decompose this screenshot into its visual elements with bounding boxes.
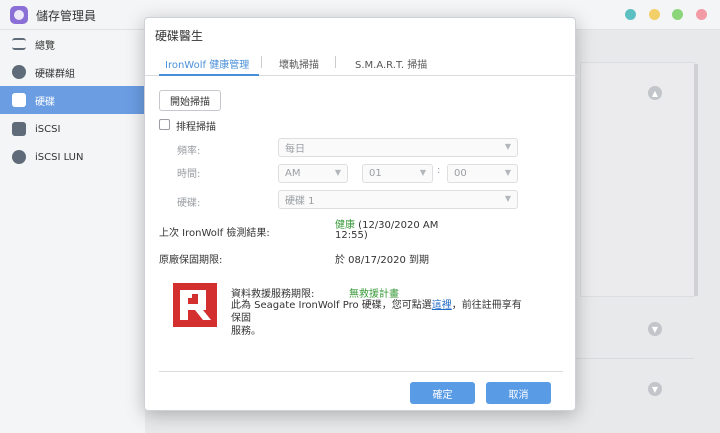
schedule-scan-label: 排程掃描 bbox=[176, 122, 216, 133]
window-close-button[interactable] bbox=[696, 9, 707, 20]
hdd-icon bbox=[12, 93, 26, 107]
frequency-value: 每日 bbox=[285, 144, 305, 155]
chevron-down-icon[interactable]: ▼ bbox=[648, 382, 662, 396]
overview-icon bbox=[12, 38, 26, 50]
register-link[interactable]: 這裡 bbox=[432, 300, 452, 311]
active-tab-indicator bbox=[159, 74, 259, 76]
rescue-service-label: 資料救援服務期限: bbox=[231, 289, 315, 300]
time-colon: : bbox=[437, 165, 441, 176]
chevron-down-icon[interactable]: ▼ bbox=[648, 322, 662, 336]
sidebar-item-label: iSCSI bbox=[35, 123, 61, 135]
disk-detail-panel bbox=[580, 62, 695, 297]
tab-separator bbox=[261, 56, 262, 68]
chevron-up-icon[interactable]: ▲ bbox=[648, 86, 662, 100]
tab-bad-sector-scan[interactable]: 壞軌掃描 bbox=[279, 56, 319, 71]
last-result-value: 健康 (12/30/2020 AM bbox=[335, 216, 438, 231]
time-label: 時間: bbox=[177, 169, 201, 180]
tab-ironwolf-health[interactable]: IronWolf 健康管理 bbox=[165, 56, 249, 71]
app-title: 儲存管理員 bbox=[36, 9, 97, 23]
storage-manager-app-icon bbox=[10, 6, 28, 24]
chevron-down-icon: ▼ bbox=[419, 168, 426, 177]
sidebar-item-disk-group[interactable]: 硬碟群組 bbox=[0, 58, 145, 86]
rescue-service-value: 無救援計畫 bbox=[349, 289, 399, 300]
chevron-down-icon: ▼ bbox=[504, 194, 511, 203]
time-hour-select[interactable]: 01 ▼ bbox=[362, 164, 433, 183]
rescue-desc-line2: 服務。 bbox=[231, 326, 261, 337]
divider bbox=[576, 358, 694, 359]
disk-doctor-dialog: 硬碟醫生 IronWolf 健康管理 壞軌掃描 S.M.A.R.T. 掃描 開始… bbox=[144, 17, 577, 411]
dialog-footer-divider bbox=[159, 371, 563, 372]
last-result-time-line2: 12:55) bbox=[335, 230, 368, 241]
window-help-button[interactable] bbox=[625, 9, 636, 20]
cancel-button[interactable]: 取消 bbox=[486, 382, 551, 404]
disk-group-icon bbox=[12, 65, 26, 79]
iscsi-lun-icon bbox=[12, 150, 26, 164]
time-minute-select[interactable]: 00 ▼ bbox=[447, 164, 518, 183]
time-ampm-value: AM bbox=[285, 168, 301, 179]
ok-button[interactable]: 確定 bbox=[410, 382, 475, 404]
disk-value: 硬碟 1 bbox=[285, 196, 315, 207]
tab-separator bbox=[335, 56, 336, 68]
chevron-down-icon: ▼ bbox=[504, 168, 511, 177]
tab-smart-scan[interactable]: S.M.A.R.T. 掃描 bbox=[355, 56, 427, 71]
sidebar-item-label: 總覽 bbox=[35, 40, 55, 52]
sidebar-item-iscsi-lun[interactable]: iSCSI LUN bbox=[0, 143, 145, 171]
sidebar-item-hdd[interactable]: 硬碟 bbox=[0, 86, 145, 114]
warranty-label: 原廠保固期限: bbox=[159, 255, 223, 266]
sidebar-item-label: iSCSI LUN bbox=[35, 151, 84, 163]
chevron-down-icon: ▼ bbox=[504, 142, 511, 151]
window-maximize-button[interactable] bbox=[672, 9, 683, 20]
sidebar-item-iscsi[interactable]: iSCSI bbox=[0, 115, 145, 143]
time-ampm-select[interactable]: AM ▼ bbox=[278, 164, 348, 183]
dialog-title: 硬碟醫生 bbox=[155, 29, 204, 43]
sidebar-item-overview[interactable]: 總覽 bbox=[0, 30, 145, 58]
iscsi-icon bbox=[12, 122, 26, 136]
start-scan-button[interactable]: 開始掃描 bbox=[159, 90, 221, 111]
last-result-label: 上次 IronWolf 檢測結果: bbox=[159, 228, 270, 239]
window-minimize-button[interactable] bbox=[649, 9, 660, 20]
rescue-logo-icon bbox=[173, 283, 217, 327]
chevron-down-icon: ▼ bbox=[334, 168, 341, 177]
frequency-label: 頻率: bbox=[177, 146, 201, 157]
sidebar-item-label: 硬碟 bbox=[35, 96, 55, 108]
schedule-scan-checkbox[interactable] bbox=[159, 119, 170, 130]
sidebar-item-label: 硬碟群組 bbox=[35, 68, 75, 80]
rescue-desc-text: 此為 Seagate IronWolf Pro 硬碟，您可點選 bbox=[231, 300, 432, 311]
rescue-service-description: 此為 Seagate IronWolf Pro 硬碟，您可點選這裡，前往註冊享有… bbox=[231, 299, 531, 338]
frequency-select[interactable]: 每日 ▼ bbox=[278, 138, 518, 157]
scrollbar[interactable] bbox=[694, 64, 698, 296]
sidebar: 總覽 硬碟群組 硬碟 iSCSI iSCSI LUN bbox=[0, 30, 145, 433]
disk-label: 硬碟: bbox=[177, 198, 201, 209]
disk-select[interactable]: 硬碟 1 ▼ bbox=[278, 190, 518, 209]
dialog-tabs: IronWolf 健康管理 壞軌掃描 S.M.A.R.T. 掃描 bbox=[145, 50, 577, 76]
warranty-value: 於 08/17/2020 到期 bbox=[335, 255, 429, 266]
time-minute-value: 00 bbox=[454, 168, 467, 179]
time-hour-value: 01 bbox=[369, 168, 382, 179]
